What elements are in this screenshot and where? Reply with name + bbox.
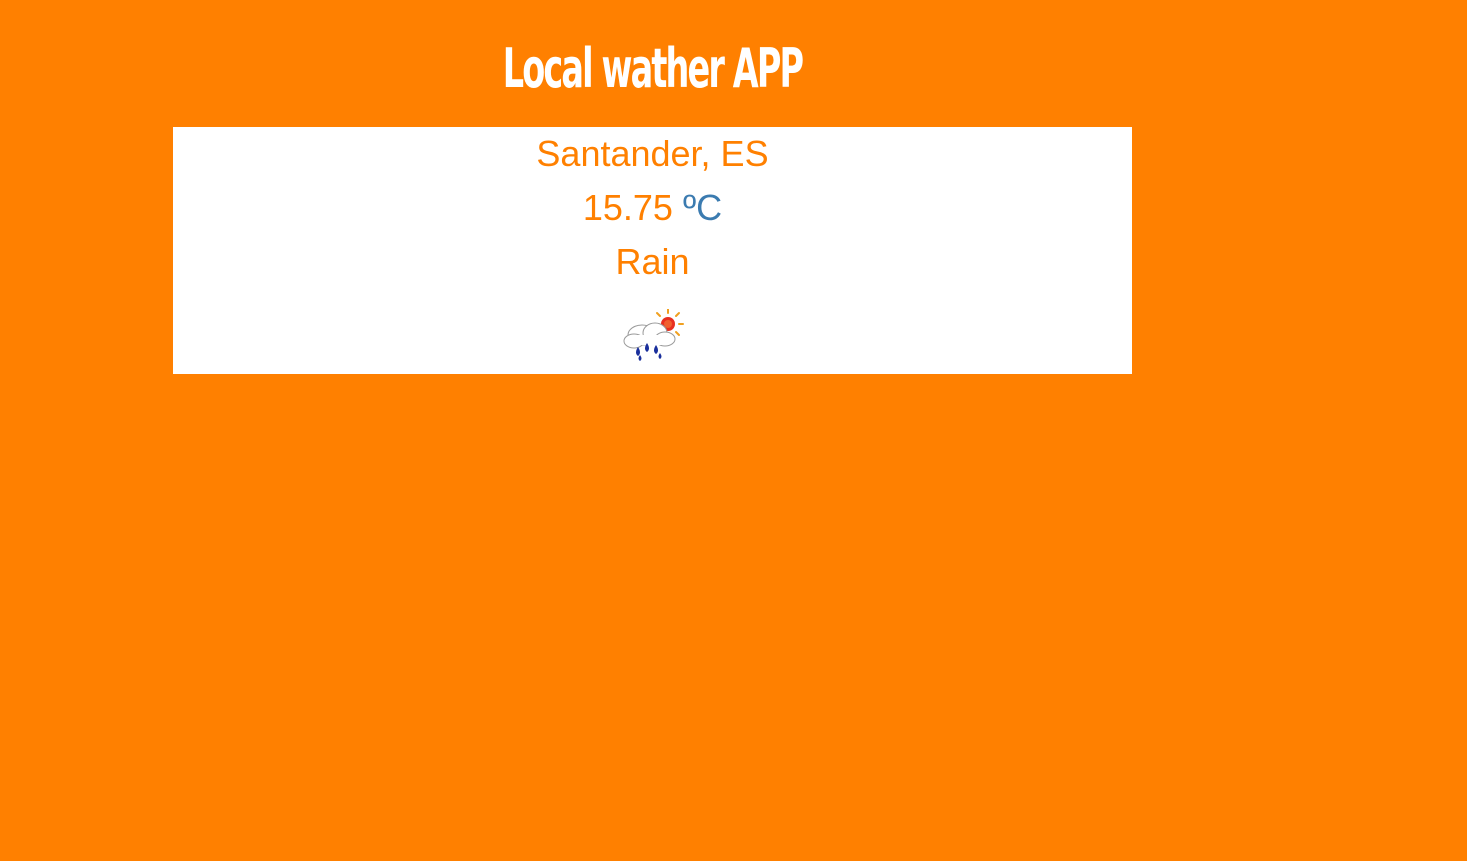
weather-icon-container bbox=[173, 309, 1132, 363]
temperature-unit-toggle[interactable]: ºC bbox=[683, 187, 722, 228]
location-text: Santander, ES bbox=[536, 133, 769, 174]
rain-sun-icon bbox=[623, 309, 684, 361]
page: Local wather APP Santander, ES 15.75 ºC … bbox=[0, 0, 1467, 861]
app-title: Local wather APP bbox=[502, 37, 804, 100]
temperature-row: 15.75 ºC bbox=[173, 181, 1132, 235]
temperature-value: 15.75 bbox=[582, 187, 673, 228]
condition-text: Rain bbox=[615, 241, 690, 282]
weather-card: Santander, ES 15.75 ºC Rain bbox=[173, 127, 1132, 374]
